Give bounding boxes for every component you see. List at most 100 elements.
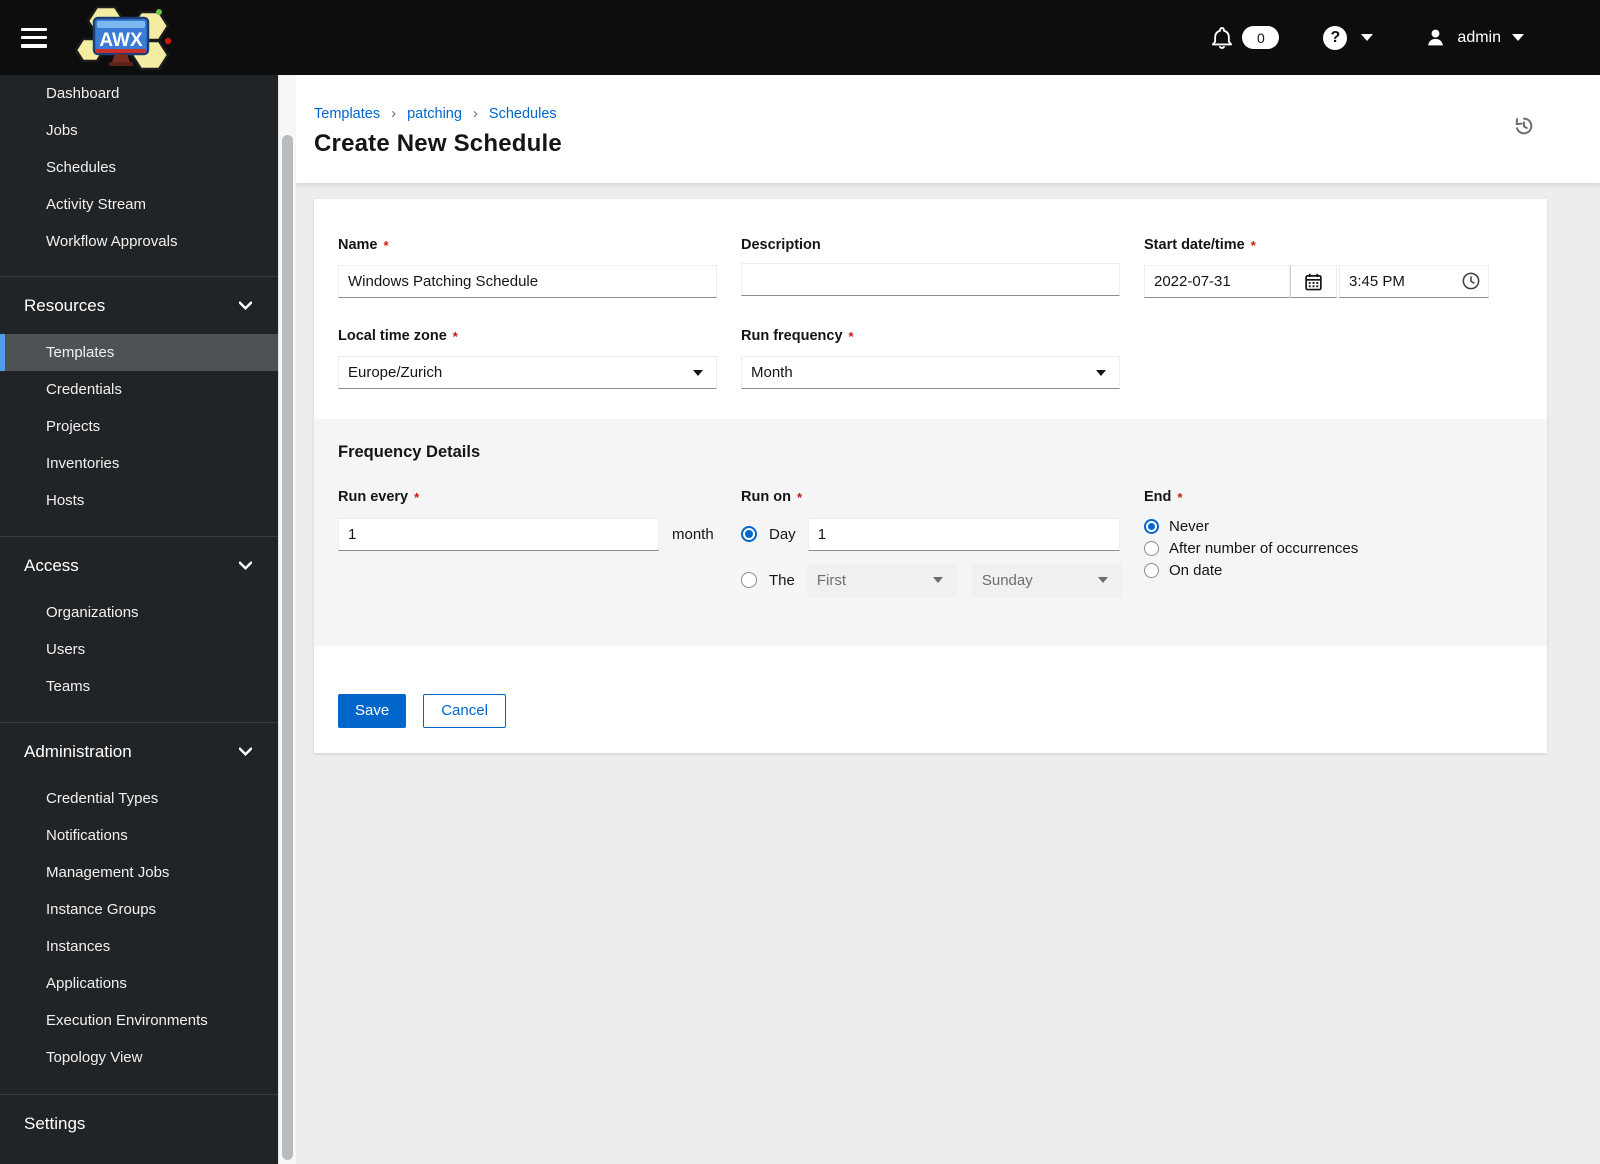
sidebar-item-templates[interactable]: Templates <box>0 334 278 371</box>
sidebar-item-applications[interactable]: Applications <box>0 965 278 1002</box>
sidebar-group-toggle-administration[interactable]: Administration <box>0 732 278 771</box>
name-field-group: Name * <box>338 237 717 299</box>
name-label: Name <box>338 237 378 253</box>
run-on-ordinal-select[interactable]: First <box>806 563 957 597</box>
topbar-actions: 0 ? admin <box>1211 25 1600 50</box>
sidebar-group-label: Resources <box>24 295 106 315</box>
sidebar-group-label: Settings <box>24 1113 86 1133</box>
sidebar-item-topology-view[interactable]: Topology View <box>0 1039 278 1076</box>
sidebar-item-execution-environments[interactable]: Execution Environments <box>0 1002 278 1039</box>
sidebar-item-projects[interactable]: Projects <box>0 408 278 445</box>
description-input[interactable] <box>741 263 1120 296</box>
required-marker: * <box>796 490 802 506</box>
run-every-label: Run every <box>338 489 409 506</box>
cancel-button[interactable]: Cancel <box>423 693 506 728</box>
form-actions: Save Cancel <box>314 646 1547 753</box>
svg-text:AWX: AWX <box>99 30 143 51</box>
sidebar-item-activity-stream[interactable]: Activity Stream <box>0 186 278 223</box>
run-on-day-radio[interactable] <box>741 526 757 543</box>
timezone-select[interactable]: Europe/Zurich <box>338 356 717 390</box>
sidebar-item-schedules[interactable]: Schedules <box>0 149 278 186</box>
required-marker: * <box>383 238 389 253</box>
name-input[interactable] <box>338 265 717 299</box>
sidebar-item-instance-groups[interactable]: Instance Groups <box>0 891 278 928</box>
frequency-details-title: Frequency Details <box>338 443 481 462</box>
breadcrumb-link-patching[interactable]: patching <box>407 106 462 122</box>
username-label: admin <box>1457 28 1501 46</box>
main-content: Templates › patching › Schedules Create … <box>296 75 1600 1164</box>
chevron-down-icon <box>239 747 252 756</box>
breadcrumb-link-schedules[interactable]: Schedules <box>489 106 557 122</box>
sidebar-item-credential-types[interactable]: Credential Types <box>0 780 278 817</box>
sidebar-item-inventories[interactable]: Inventories <box>0 445 278 482</box>
user-menu-button[interactable]: admin <box>1425 27 1524 48</box>
breadcrumb-link-templates[interactable]: Templates <box>314 106 380 122</box>
run-every-unit-label: month <box>672 525 714 543</box>
chevron-down-icon <box>1097 577 1108 584</box>
run-on-the-label: The <box>769 571 795 589</box>
help-menu-button[interactable]: ? <box>1323 25 1374 50</box>
end-never-label: Never <box>1169 517 1210 535</box>
ordinal-selected-value: First <box>816 571 847 589</box>
clock-icon <box>1462 272 1480 290</box>
description-field-group: Description <box>741 237 1120 298</box>
sidebar-item-organizations[interactable]: Organizations <box>0 594 278 631</box>
calendar-toggle-button[interactable] <box>1290 265 1337 299</box>
end-on-date-radio[interactable] <box>1144 562 1159 578</box>
sidebar-item-management-jobs[interactable]: Management Jobs <box>0 854 278 891</box>
scrollbar-thumb[interactable] <box>282 135 293 1160</box>
top-bar: AWX 0 ? admin <box>0 0 1600 75</box>
sidebar-item-teams[interactable]: Teams <box>0 668 278 705</box>
required-marker: * <box>1177 490 1183 506</box>
end-occurrences-label: After number of occurrences <box>1169 539 1359 557</box>
chevron-down-icon <box>1096 369 1106 376</box>
sidebar-item-notifications[interactable]: Notifications <box>0 817 278 854</box>
sidebar-item-dashboard[interactable]: Dashboard <box>0 75 278 112</box>
sidebar-group-toggle-resources[interactable]: Resources <box>0 286 278 325</box>
nav-toggle-icon[interactable] <box>21 27 47 48</box>
sidebar-group-resources: Resources Templates Credentials Projects… <box>0 276 278 536</box>
sidebar-group-toggle-access[interactable]: Access <box>0 546 278 585</box>
sidebar-item-credentials[interactable]: Credentials <box>0 371 278 408</box>
chevron-down-icon <box>1512 34 1524 41</box>
run-frequency-label: Run frequency <box>741 328 843 345</box>
end-occurrences-radio[interactable] <box>1144 540 1159 556</box>
bell-icon <box>1212 26 1233 49</box>
sidebar-group-label: Access <box>24 555 79 575</box>
sidebar-item-hosts[interactable]: Hosts <box>0 482 278 519</box>
help-icon: ? <box>1323 25 1348 50</box>
run-frequency-field-group: Run frequency * Month <box>741 328 1120 390</box>
sidebar-group-label: Administration <box>24 741 132 761</box>
notifications-button[interactable]: 0 <box>1211 26 1280 50</box>
sidebar-item-users[interactable]: Users <box>0 631 278 668</box>
chevron-down-icon <box>932 577 943 584</box>
awx-app: AWX 0 ? admin Dashboard Jobs Schedules A… <box>0 0 1600 1164</box>
required-marker: * <box>452 329 458 345</box>
start-date-input[interactable] <box>1144 265 1290 299</box>
run-every-field-group: Run every * month <box>338 489 717 609</box>
awx-logo-image: AWX <box>74 5 172 70</box>
activity-history-icon[interactable] <box>1513 115 1535 137</box>
vertical-scrollbar[interactable] <box>278 75 296 1164</box>
awx-logo[interactable]: AWX <box>69 5 177 71</box>
sidebar-item-instances[interactable]: Instances <box>0 928 278 965</box>
run-frequency-select[interactable]: Month <box>741 356 1120 390</box>
run-every-input[interactable] <box>338 517 659 551</box>
breadcrumb: Templates › patching › Schedules <box>314 105 1570 122</box>
description-label: Description <box>741 237 821 253</box>
start-datetime-field-group: Start date/time * <box>1144 237 1489 299</box>
sidebar-group-access: Access Organizations Users Teams <box>0 536 278 722</box>
end-on-date-label: On date <box>1169 561 1223 579</box>
sidebar-item-jobs[interactable]: Jobs <box>0 112 278 149</box>
start-datetime-label: Start date/time <box>1144 237 1245 253</box>
run-on-weekday-select[interactable]: Sunday <box>971 563 1122 597</box>
end-never-radio[interactable] <box>1144 518 1159 534</box>
save-button[interactable]: Save <box>338 693 407 728</box>
sidebar-item-settings[interactable]: Settings <box>0 1104 278 1143</box>
sidebar-item-workflow-approvals[interactable]: Workflow Approvals <box>0 223 278 260</box>
notification-count-badge: 0 <box>1242 26 1280 49</box>
run-on-day-input[interactable] <box>807 517 1120 551</box>
run-frequency-selected-value: Month <box>751 364 793 382</box>
calendar-icon <box>1305 273 1322 291</box>
run-on-the-radio[interactable] <box>741 572 757 589</box>
